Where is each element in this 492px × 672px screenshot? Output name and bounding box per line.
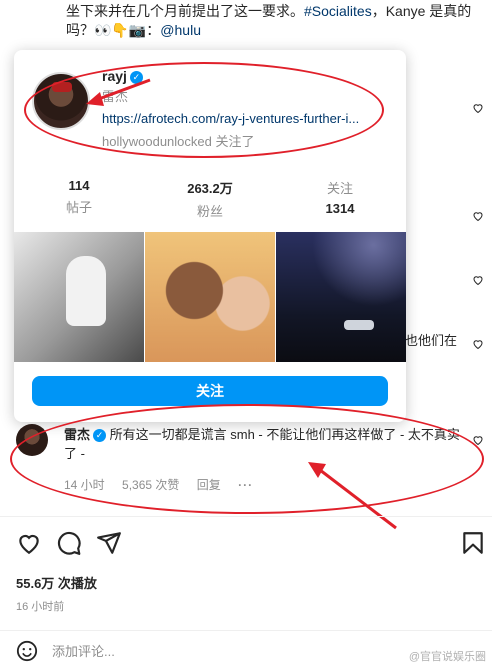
divider [0,630,492,631]
comment-text: 所有这一切都是谎言 smh - 不能让他们再这样做了 - 太不真实了 - [64,427,460,461]
comment-body: 雷杰 ✓ 所有这一切都是谎言 smh - 不能让他们再这样做了 - 太不真实了 - [64,425,464,463]
post-caption: 坐下来并在几个月前提出了这一要求。#Socialites，Kanye 是真的 吗… [66,2,476,40]
followers-label: 粉丝 [196,204,223,219]
followed-by-text: hollywoodunlocked 关注了 [102,134,255,149]
following-count: 1314 [325,201,355,216]
follow-button[interactable]: 关注 [32,376,388,406]
posts-count: 114 [68,178,90,193]
profile-avatar[interactable] [32,72,90,130]
like-heart-icon[interactable] [472,210,484,222]
recent-post-thumbnail[interactable] [145,232,275,362]
like-heart-icon[interactable] [16,530,42,556]
more-options-icon[interactable]: ··· [238,478,253,492]
reply-button[interactable]: 回复 [197,478,221,492]
post-time: 16 小时前 [16,601,65,613]
hashtag-link[interactable]: #Socialites [304,3,372,19]
stat-posts: 114 帖子 [19,178,139,216]
save-bookmark-icon[interactable] [460,530,486,556]
comment-meta: 14 小时 5,365 次赞 回复 ··· [64,476,267,493]
stat-followers: 263.2万 粉丝 [150,178,270,220]
like-heart-icon[interactable] [472,338,484,350]
like-heart-icon[interactable] [472,102,484,114]
caption-text: 坐下来并在几个月前提出了这一要求。 [66,3,304,19]
profile-username[interactable]: rayj ✓ [102,68,143,84]
profile-hover-card: rayj ✓ 雷杰 https://afrotech.com/ray-j-vent… [14,50,406,422]
caption-text: 吗？👀👇📷： [66,22,161,38]
username-text[interactable]: rayj [102,68,127,84]
comment-likes[interactable]: 5,365 次赞 [122,478,179,492]
followers-count: 263.2万 [187,181,233,196]
mention-link[interactable]: @hulu [160,22,201,38]
stat-following: 关注 1314 [280,178,400,216]
verified-badge-icon: ✓ [129,70,143,84]
divider [0,516,492,517]
background-comment-text: 也他们在 [405,333,458,348]
profile-website-link[interactable]: https://afrotech.com/ray-j-ventures-furt… [102,111,392,126]
comment-time: 14 小时 [64,478,105,492]
add-comment-input[interactable] [52,644,352,659]
watermark: @官官说娱乐圈 [408,651,486,663]
comment-like-heart-icon[interactable] [472,434,484,446]
profile-stats: 114 帖子 263.2万 粉丝 关注 1314 [14,178,406,220]
like-heart-icon[interactable] [472,274,484,286]
emoji-icon[interactable] [16,640,38,662]
comment-bubble-icon[interactable] [56,530,82,556]
profile-real-name: 雷杰 [102,89,129,104]
recent-post-thumbnail[interactable] [276,232,406,362]
posts-label: 帖子 [65,200,92,215]
comment-avatar[interactable] [16,424,48,456]
share-send-icon[interactable] [96,530,122,556]
play-count: 55.6万 次播放 [16,576,97,591]
recent-post-thumbnail[interactable] [14,232,144,362]
following-label: 关注 [326,181,353,196]
comment-username[interactable]: 雷杰 [64,427,90,442]
profile-recent-posts [14,232,406,362]
verified-badge-icon: ✓ [93,429,107,443]
caption-text: ，Kanye 是真的 [371,3,472,19]
